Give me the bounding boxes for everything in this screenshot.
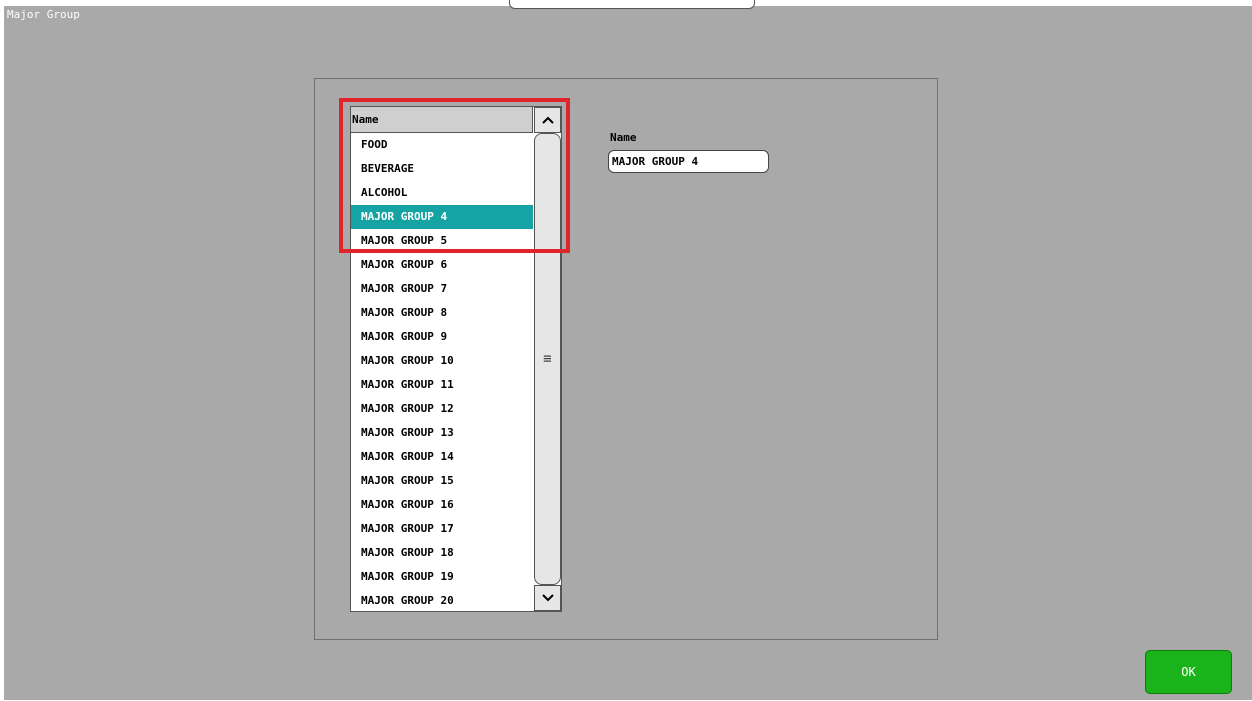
list-item[interactable]: MAJOR GROUP 6 (351, 253, 533, 277)
list-item[interactable]: MAJOR GROUP 8 (351, 301, 533, 325)
list-item[interactable]: MAJOR GROUP 16 (351, 493, 533, 517)
major-group-list: Name FOOD BEVERAGE ALCOHOL MAJOR GROUP 4 MAJ… (350, 106, 562, 612)
list-item[interactable]: MAJOR GROUP 17 (351, 517, 533, 541)
list-item[interactable]: FOOD (351, 133, 533, 157)
top-tab (509, 0, 755, 9)
list-item[interactable]: MAJOR GROUP 11 (351, 373, 533, 397)
scroll-up-button[interactable] (534, 107, 561, 133)
scrollbar-thumb[interactable]: ≡ (534, 133, 561, 585)
list-column-header[interactable]: Name (351, 107, 533, 133)
list-item[interactable]: ALCOHOL (351, 181, 533, 205)
list-item[interactable]: MAJOR GROUP 19 (351, 565, 533, 589)
scrollbar-track[interactable]: ≡ (534, 133, 561, 585)
list-item[interactable]: MAJOR GROUP 13 (351, 421, 533, 445)
name-field[interactable] (608, 150, 769, 173)
grip-icon: ≡ (543, 351, 552, 367)
list-item[interactable]: MAJOR GROUP 10 (351, 349, 533, 373)
list-item[interactable]: MAJOR GROUP 20 (351, 589, 533, 613)
window-title: Major Group (7, 8, 80, 21)
list-item[interactable]: MAJOR GROUP 12 (351, 397, 533, 421)
list-item[interactable]: MAJOR GROUP 9 (351, 325, 533, 349)
chevron-up-icon (541, 116, 554, 124)
list-item[interactable]: BEVERAGE (351, 157, 533, 181)
list-item[interactable]: MAJOR GROUP 18 (351, 541, 533, 565)
screen-background: Major Group Name FOOD BEVERAGE ALCOHOL MAJO… (4, 0, 1252, 700)
ok-button[interactable]: OK (1145, 650, 1232, 694)
chevron-down-icon (541, 594, 554, 602)
list-item[interactable]: MAJOR GROUP 14 (351, 445, 533, 469)
scroll-down-button[interactable] (534, 585, 561, 611)
name-field-label: Name (610, 131, 637, 144)
list-item[interactable]: MAJOR GROUP 5 (351, 229, 533, 253)
list-item[interactable]: MAJOR GROUP 7 (351, 277, 533, 301)
list-item[interactable]: MAJOR GROUP 4 (351, 205, 533, 229)
list-item[interactable]: MAJOR GROUP 15 (351, 469, 533, 493)
list-rows: FOOD BEVERAGE ALCOHOL MAJOR GROUP 4 MAJOR GR… (351, 133, 533, 613)
